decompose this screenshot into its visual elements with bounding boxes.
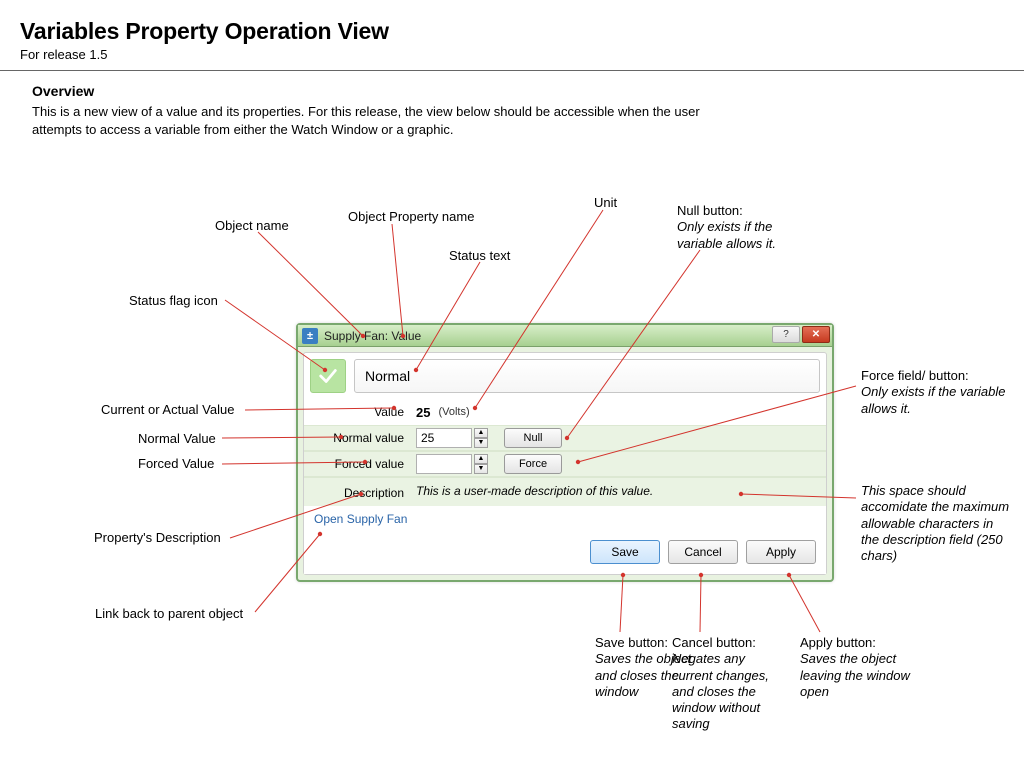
callout-force-sub: Only exists if the variable allows it.	[861, 384, 1011, 417]
close-button[interactable]: ✕	[802, 326, 830, 343]
forced-value-input[interactable]	[416, 454, 472, 474]
spin-down-icon[interactable]: ▼	[474, 438, 488, 448]
value-label: Value	[314, 405, 416, 419]
forced-value-row: Forced value ▲ ▼ Force	[304, 451, 826, 477]
current-value: 25	[416, 405, 430, 420]
null-button[interactable]: Null	[504, 428, 562, 448]
callout-forced-value: Forced Value	[138, 456, 214, 472]
callout-prop-desc: Property's Description	[94, 530, 221, 546]
callout-force-button: Force field/ button: Only exists if the …	[861, 368, 1011, 417]
callout-normal-value: Normal Value	[138, 431, 216, 447]
normal-value-label: Normal value	[314, 431, 416, 445]
description-label: Description	[314, 484, 416, 500]
callout-cancel-title: Cancel button:	[672, 635, 756, 650]
dialog-title: Supply Fan: Value	[324, 329, 421, 343]
property-dialog: ± Supply Fan: Value ? ✕ Normal Value 25 …	[296, 323, 834, 582]
page-header: Variables Property Operation View For re…	[0, 0, 1024, 71]
callout-null-sub: Only exists if the variable allows it.	[677, 219, 817, 252]
description-text: This is a user-made description of this …	[416, 484, 653, 498]
callout-apply-title: Apply button:	[800, 635, 876, 650]
spin-up-icon[interactable]: ▲	[474, 454, 488, 464]
callout-save-title: Save button:	[595, 635, 668, 650]
cancel-button[interactable]: Cancel	[668, 540, 738, 564]
callout-status-flag: Status flag icon	[129, 293, 218, 309]
callout-object-prop-name: Object Property name	[348, 209, 474, 225]
callout-unit: Unit	[594, 195, 617, 211]
overview-heading: Overview	[32, 83, 752, 99]
normal-value-row: Normal value ▲ ▼ Null	[304, 425, 826, 451]
callout-desc-space: This space should accomidate the maximum…	[861, 483, 1011, 564]
save-button[interactable]: Save	[590, 540, 660, 564]
callout-null-button: Null button: Only exists if the variable…	[677, 203, 817, 252]
forced-value-label: Forced value	[314, 457, 416, 471]
normal-value-input[interactable]	[416, 428, 472, 448]
object-icon: ±	[302, 328, 318, 344]
spin-down-icon[interactable]: ▼	[474, 464, 488, 474]
page-subtitle: For release 1.5	[20, 47, 1004, 62]
force-button[interactable]: Force	[504, 454, 562, 474]
dialog-titlebar[interactable]: ± Supply Fan: Value ? ✕	[298, 325, 832, 347]
callout-apply-button: Apply button: Saves the object leaving t…	[800, 635, 920, 700]
callout-null-title: Null button:	[677, 203, 743, 218]
callout-cancel-sub: Negates any current changes, and closes …	[672, 651, 787, 732]
parent-object-link[interactable]: Open Supply Fan	[314, 512, 407, 526]
callout-apply-sub: Saves the object leaving the window open	[800, 651, 920, 700]
callout-cancel-button: Cancel button: Negates any current chang…	[672, 635, 787, 733]
help-button[interactable]: ?	[772, 326, 800, 343]
callout-force-title: Force field/ button:	[861, 368, 969, 383]
callout-desc-space-sub: This space should accomidate the maximum…	[861, 483, 1011, 564]
normal-spinner[interactable]: ▲ ▼	[474, 428, 488, 448]
page-title: Variables Property Operation View	[20, 18, 1004, 45]
unit-label: (Volts)	[438, 406, 469, 418]
apply-button[interactable]: Apply	[746, 540, 816, 564]
callout-status-text: Status text	[449, 248, 510, 264]
overview-section: Overview This is a new view of a value a…	[32, 83, 752, 138]
overview-text: This is a new view of a value and its pr…	[32, 103, 752, 138]
value-row: Value 25 (Volts)	[304, 399, 826, 425]
spin-up-icon[interactable]: ▲	[474, 428, 488, 438]
forced-spinner[interactable]: ▲ ▼	[474, 454, 488, 474]
callout-current-value: Current or Actual Value	[101, 402, 234, 418]
callout-object-name: Object name	[215, 218, 289, 234]
callout-link-back: Link back to parent object	[95, 606, 243, 622]
dialog-body: Normal Value 25 (Volts) Normal value ▲ ▼…	[303, 352, 827, 575]
description-row: Description This is a user-made descript…	[304, 477, 826, 506]
status-flag-icon	[310, 359, 346, 393]
status-text: Normal	[354, 359, 820, 393]
